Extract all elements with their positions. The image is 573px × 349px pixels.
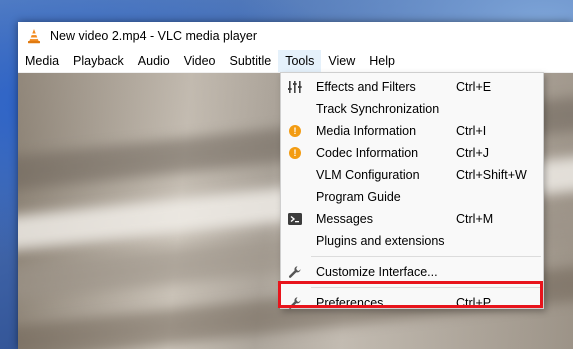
menu-item-customize-interface[interactable]: Customize Interface... bbox=[281, 261, 543, 283]
menu-separator bbox=[311, 287, 541, 288]
menu-item-label: Media Information bbox=[316, 124, 417, 138]
menu-item-messages[interactable]: Messages Ctrl+M bbox=[281, 208, 543, 230]
menu-view[interactable]: View bbox=[321, 50, 362, 72]
menu-separator bbox=[311, 256, 541, 257]
menu-item-label: Plugins and extensions bbox=[316, 234, 445, 248]
menu-media[interactable]: Media bbox=[18, 50, 66, 72]
menu-item-label: Track Synchronization bbox=[316, 102, 440, 116]
menu-item-shortcut: Ctrl+P bbox=[456, 296, 492, 310]
menu-item-label: Codec Information bbox=[316, 146, 419, 160]
wrench-icon bbox=[287, 295, 303, 311]
menu-help[interactable]: Help bbox=[362, 50, 402, 72]
menu-tools[interactable]: Tools bbox=[278, 50, 322, 72]
menu-bar: Media Playback Audio Video Subtitle Tool… bbox=[18, 50, 573, 73]
window-title: New video 2.mp4 - VLC media player bbox=[50, 29, 258, 43]
menu-item-program-guide[interactable]: Program Guide bbox=[281, 186, 543, 208]
info-icon: ! bbox=[287, 123, 303, 139]
menu-item-effects-and-filters[interactable]: Effects and Filters Ctrl+E bbox=[281, 76, 543, 98]
terminal-icon bbox=[287, 211, 303, 227]
menu-item-shortcut: Ctrl+E bbox=[456, 80, 492, 94]
equalizer-icon bbox=[287, 79, 303, 95]
menu-playback[interactable]: Playback bbox=[66, 50, 131, 72]
menu-item-label: Program Guide bbox=[316, 190, 401, 204]
info-icon: ! bbox=[287, 145, 303, 161]
menu-item-preferences[interactable]: Preferences Ctrl+P bbox=[281, 292, 543, 314]
menu-item-vlm-configuration[interactable]: VLM Configuration Ctrl+Shift+W bbox=[281, 164, 543, 186]
menu-item-label: VLM Configuration bbox=[316, 168, 420, 182]
menu-item-label: Effects and Filters bbox=[316, 80, 416, 94]
tools-dropdown-menu: Effects and Filters Ctrl+E Track Synchro… bbox=[280, 72, 544, 310]
menu-item-label: Messages bbox=[316, 212, 373, 226]
menu-item-shortcut: Ctrl+Shift+W bbox=[456, 168, 527, 182]
menu-item-shortcut: Ctrl+J bbox=[456, 146, 489, 160]
menu-item-media-information[interactable]: ! Media Information Ctrl+I bbox=[281, 120, 543, 142]
menu-item-track-synchronization[interactable]: Track Synchronization bbox=[281, 98, 543, 120]
vlc-cone-icon bbox=[28, 29, 40, 44]
menu-item-plugins-and-extensions[interactable]: Plugins and extensions bbox=[281, 230, 543, 252]
wrench-icon bbox=[287, 264, 303, 280]
menu-video[interactable]: Video bbox=[177, 50, 223, 72]
menu-audio[interactable]: Audio bbox=[131, 50, 177, 72]
menu-subtitle[interactable]: Subtitle bbox=[223, 50, 279, 72]
menu-item-label: Customize Interface... bbox=[316, 265, 438, 279]
menu-item-shortcut: Ctrl+I bbox=[456, 124, 487, 138]
menu-item-shortcut: Ctrl+M bbox=[456, 212, 494, 226]
title-bar[interactable]: New video 2.mp4 - VLC media player bbox=[18, 22, 573, 50]
menu-item-label: Preferences bbox=[316, 296, 384, 310]
menu-item-codec-information[interactable]: ! Codec Information Ctrl+J bbox=[281, 142, 543, 164]
